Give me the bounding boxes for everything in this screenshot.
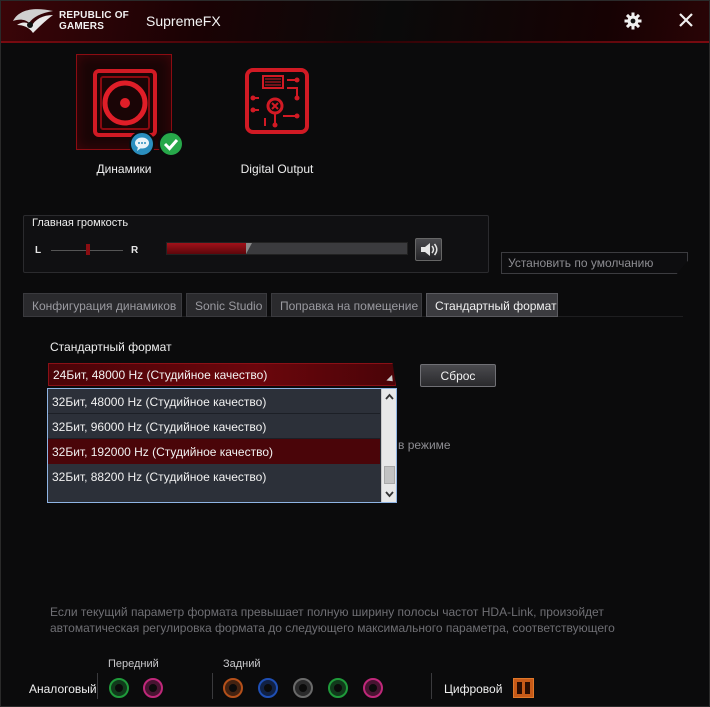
digital-output-icon [245, 68, 309, 134]
app-title: SupremeFX [146, 13, 221, 29]
format-option[interactable]: 32Бит, 96000 Hz (Студийное качество) [48, 414, 380, 439]
device-speakers-label: Динамики [96, 162, 152, 176]
rear-jack-4[interactable] [328, 678, 348, 698]
device-digital-output-label: Digital Output [240, 162, 314, 176]
brand-line-1: REPUBLIC OF [59, 10, 129, 21]
format-dropdown-list[interactable]: 32Бит, 48000 Hz (Студийное качество) 32Б… [47, 388, 397, 503]
rear-jack-3[interactable] [293, 678, 313, 698]
device-digital-output[interactable] [229, 54, 325, 150]
mute-button[interactable] [415, 238, 442, 261]
rear-jacks-label: Задний [223, 658, 261, 670]
separator [97, 673, 98, 699]
brand-name: REPUBLIC OF GAMERS [59, 10, 129, 32]
tab-speaker-config[interactable]: Конфигурация динамиков [23, 293, 182, 317]
rear-jack-5[interactable] [363, 678, 383, 698]
separator [431, 673, 432, 699]
format-info-text: Если текущий параметр формата превышает … [50, 605, 615, 635]
speaker-volume-icon [421, 243, 438, 256]
default-format-label: Стандартный формат [50, 340, 172, 354]
spdif-output-icon[interactable] [513, 678, 534, 698]
volume-slider[interactable] [166, 242, 408, 255]
scroll-down-arrow-icon[interactable] [382, 486, 397, 502]
balance-left-label: L [35, 245, 42, 256]
dropdown-scrollbar[interactable] [381, 389, 396, 502]
digital-label: Цифровой [444, 682, 503, 696]
front-jack-2[interactable] [143, 678, 163, 698]
volume-level-fill [167, 243, 253, 254]
front-jack-1[interactable] [109, 678, 129, 698]
format-option[interactable]: 32Бит, 88200 Hz (Студийное качество) [48, 464, 380, 489]
tab-sonic-studio[interactable]: Sonic Studio [186, 293, 267, 317]
title-bar: REPUBLIC OF GAMERS SupremeFX [1, 1, 709, 43]
scroll-up-arrow-icon[interactable] [382, 389, 397, 405]
gear-icon[interactable] [624, 12, 642, 30]
scrollbar-thumb[interactable] [384, 466, 395, 484]
analog-label: Аналоговый [29, 682, 97, 696]
tab-default-format[interactable]: Стандартный формат [426, 293, 558, 317]
tab-room-correction[interactable]: Поправка на помещение [271, 293, 422, 317]
chat-bubble-icon [129, 131, 155, 157]
rear-jack-2[interactable] [258, 678, 278, 698]
format-options: 32Бит, 48000 Hz (Студийное качество) 32Б… [48, 389, 380, 502]
balance-slider-knob[interactable] [86, 244, 90, 255]
supremefx-window: REPUBLIC OF GAMERS SupremeFX Динамики Di… [0, 0, 710, 707]
front-jacks-label: Передний [108, 658, 159, 670]
master-volume-panel: Главная громкость L R [23, 215, 489, 273]
format-dropdown[interactable]: 24Бит, 48000 Hz (Студийное качество) [48, 363, 396, 386]
master-volume-title: Главная громкость [32, 217, 129, 229]
separator [212, 673, 213, 699]
brand-line-2: GAMERS [59, 21, 105, 32]
format-option[interactable]: 32Бит, 48000 Hz (Студийное качество) [48, 389, 380, 414]
reset-button[interactable]: Сброс [420, 364, 496, 387]
hidden-option-text: в режиме [398, 438, 451, 452]
rear-jack-1[interactable] [223, 678, 243, 698]
set-default-button[interactable]: Установить по умолчанию [501, 252, 688, 274]
checkmark-icon [158, 131, 184, 157]
balance-right-label: R [131, 245, 139, 256]
speaker-icon [93, 69, 157, 137]
rog-logo-icon [13, 9, 53, 33]
device-speakers[interactable] [76, 54, 172, 150]
format-option-highlighted[interactable]: 32Бит, 192000 Hz (Студийное качество) [48, 439, 380, 464]
close-icon[interactable] [677, 11, 695, 29]
